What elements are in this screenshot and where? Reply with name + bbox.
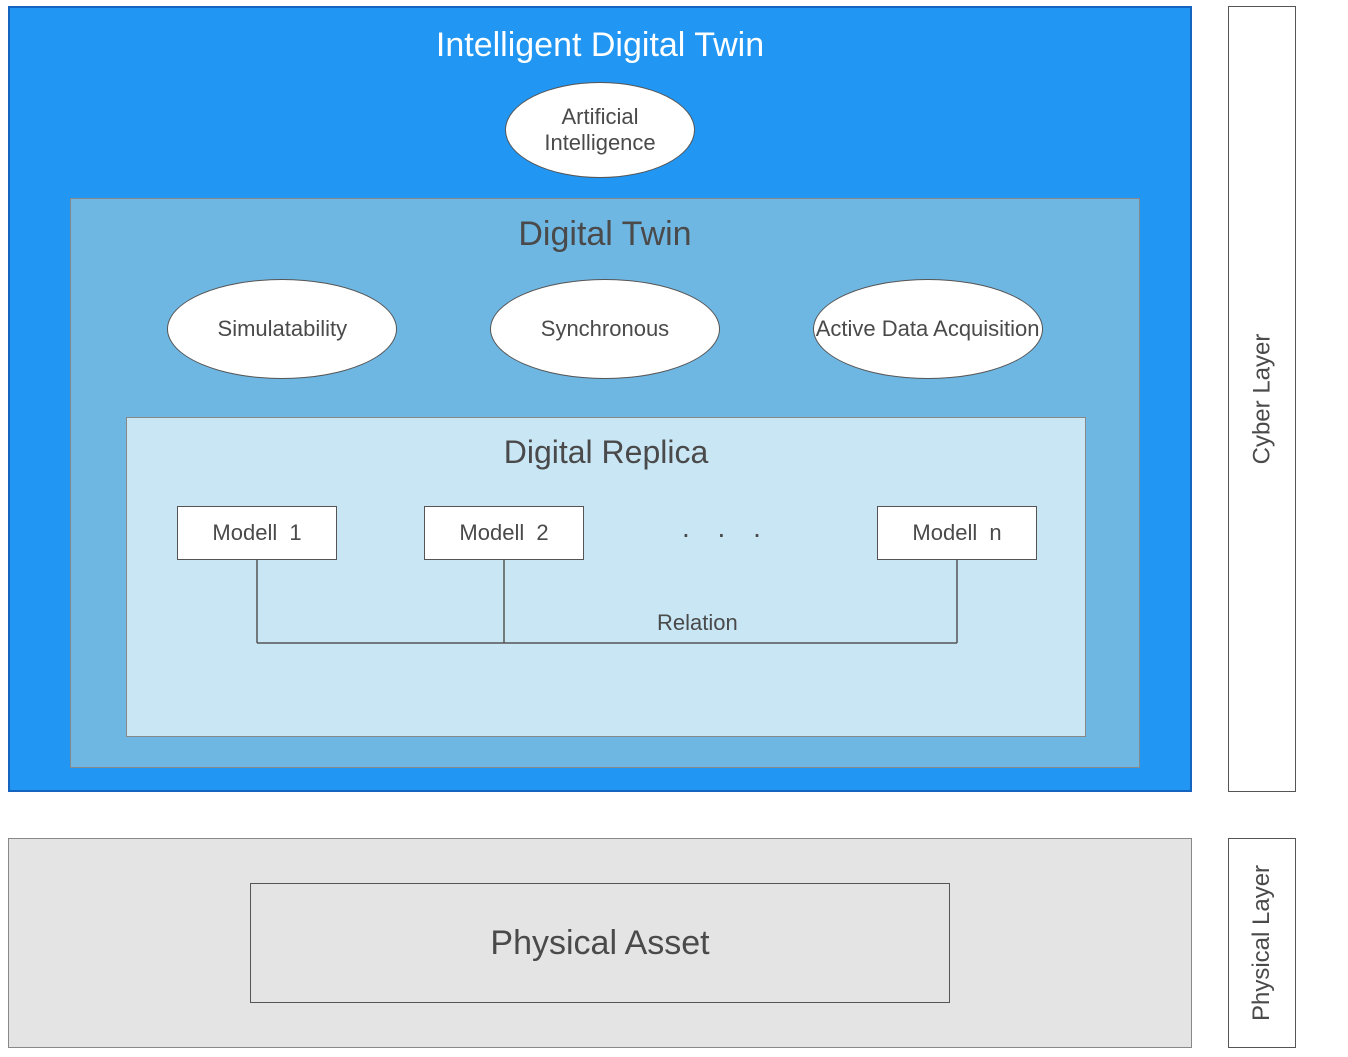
ai-ellipse: Artificial Intelligence (505, 82, 695, 178)
physical-asset-box: Physical Asset (250, 883, 950, 1003)
physical-layer-box: Physical Asset (8, 838, 1192, 1048)
relation-label: Relation (657, 610, 738, 636)
digital-replica-box: Digital Replica Modell 1 Modell 2 Modell… (126, 417, 1086, 737)
models-row: Modell 1 Modell 2 Modell n (127, 506, 1085, 566)
model-box-2: Modell 2 (424, 506, 584, 560)
model-box-1: Modell 1 (177, 506, 337, 560)
dt-prop-simulatability: Simulatability (167, 279, 397, 379)
cyber-layer-label: Cyber Layer (1228, 6, 1296, 792)
dt-title: Digital Twin (71, 199, 1139, 264)
model-box-n: Modell n (877, 506, 1037, 560)
digital-twin-box: Digital Twin Simulatability Synchronous … (70, 198, 1140, 768)
dots-icon: . . . (682, 512, 771, 544)
intelligent-digital-twin-box: Intelligent Digital Twin Artificial Inte… (8, 6, 1192, 792)
dt-prop-acquisition: Active Data Acquisition (813, 279, 1043, 379)
dr-title: Digital Replica (127, 418, 1085, 485)
physical-layer-label: Physical Layer (1228, 838, 1296, 1048)
idt-title: Intelligent Digital Twin (10, 8, 1190, 77)
dt-prop-synchronous: Synchronous (490, 279, 720, 379)
